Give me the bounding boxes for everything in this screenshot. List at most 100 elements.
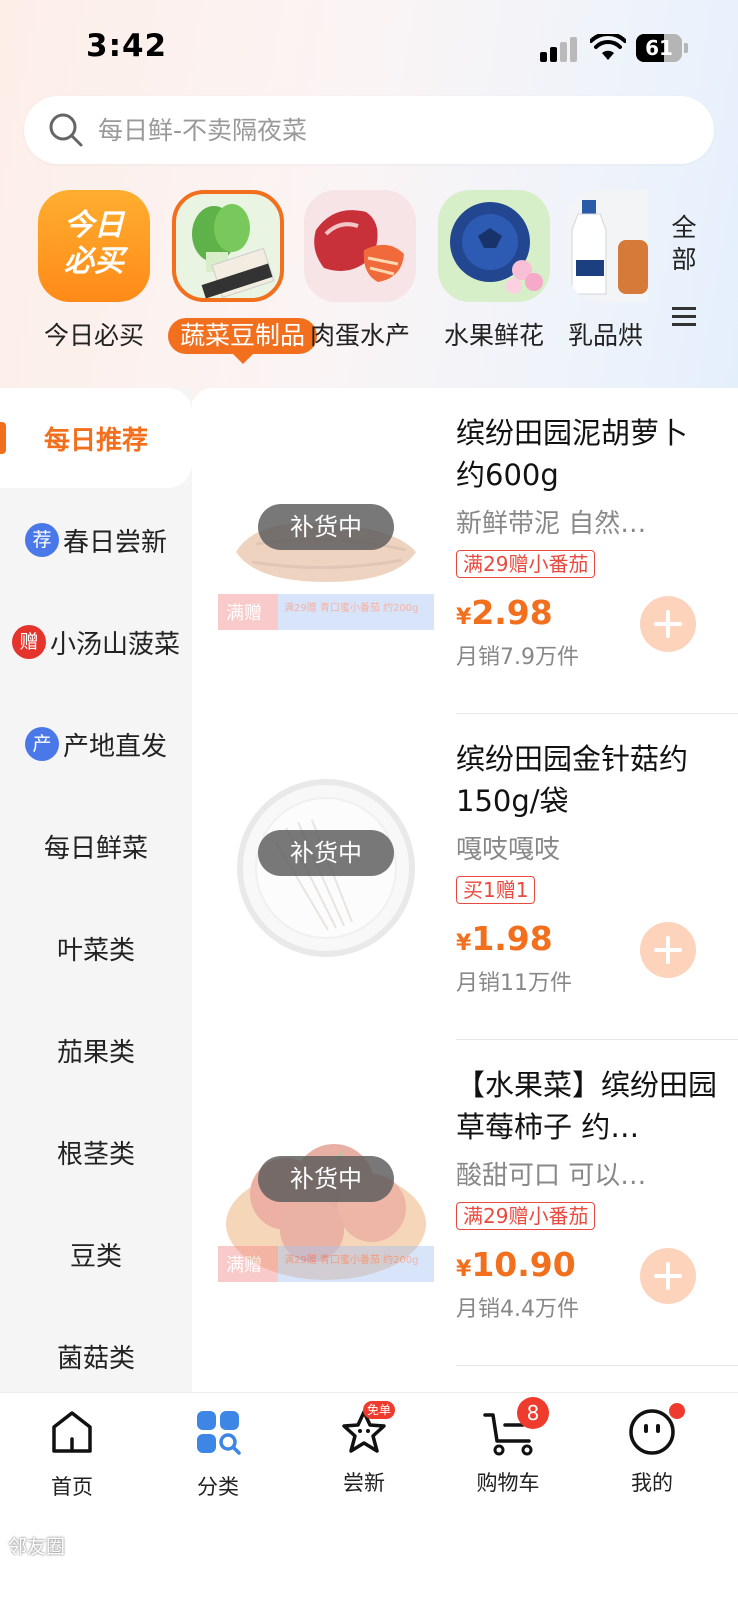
product-card[interactable]: 补货中 满赠 满29赠 青口蜜小番茄 约200g 【水果菜】缤纷田园草莓柿子 约… (192, 1040, 738, 1366)
nav-item-beans[interactable]: 豆类 (0, 1204, 192, 1304)
currency-symbol: ¥ (456, 931, 472, 956)
notification-dot (669, 1403, 685, 1419)
tab-me[interactable]: 我的 (592, 1403, 712, 1497)
divider (456, 1365, 738, 1366)
category-dairy-bakery[interactable]: 乳品烘 (568, 190, 648, 354)
tab-label: 首页 (51, 1475, 93, 1499)
nav-item-daily-recommend[interactable]: 每日推荐 (0, 388, 192, 488)
product-subtitle: 新鲜带泥 自然… (456, 509, 647, 539)
nav-item-label: 茄果类 (56, 1037, 135, 1068)
free-badge: 免单 (363, 1401, 396, 1419)
add-to-cart-button[interactable] (640, 1248, 696, 1304)
product-subtitle: 嘎吱嘎吱 (456, 835, 561, 865)
gift-badge: 赠 (11, 625, 46, 659)
watermark: 邻友圈 (8, 1536, 66, 1558)
add-to-cart-button[interactable] (640, 596, 696, 652)
nav-item-origin-direct[interactable]: 产 产地直发 (0, 694, 192, 794)
product-title: 【水果菜】缤纷田园草莓柿子 约… (456, 1068, 718, 1144)
price-value: 1.98 (471, 919, 553, 958)
nav-item-label: 春日尝新 (62, 527, 167, 558)
nav-item-label: 产地直发 (62, 731, 167, 762)
add-to-cart-button[interactable] (640, 922, 696, 978)
fruit-flowers-image (438, 190, 550, 302)
product-card[interactable]: 补货中 满赠 满29赠 青口蜜小番茄 约200g 缤纷田园泥胡萝卜 约600g … (192, 388, 738, 714)
product-title: 缤纷田园金针菇约150g/袋 (456, 742, 689, 818)
nav-item-solanaceous[interactable]: 茄果类 (0, 1000, 192, 1100)
category-label: 乳品烘 (568, 321, 644, 350)
smiley-icon (627, 1403, 685, 1457)
nav-item-label: 根茎类 (56, 1139, 135, 1170)
category-label: 今日必买 (43, 321, 144, 350)
nav-item-spinach[interactable]: 赠 小汤山菠菜 (0, 592, 192, 692)
tab-cart[interactable]: 8 购物车 (448, 1397, 568, 1497)
tab-label: 分类 (197, 1475, 239, 1499)
battery-icon: 61 (636, 34, 688, 62)
tab-try-new[interactable]: 免单 尝新 (304, 1401, 424, 1497)
category-meat-egg-seafood[interactable]: 肉蛋水产 (300, 190, 420, 354)
cellular-signal-icon (540, 34, 580, 62)
promo-tag: 买1赠1 (456, 876, 536, 904)
menu-icon (672, 307, 696, 326)
nav-item-label: 每日推荐 (43, 425, 148, 456)
promo-tag: 满29赠小番茄 (456, 1202, 596, 1230)
vegetables-tofu-image (172, 190, 284, 302)
today-icon-text-1: 今日 (64, 208, 124, 243)
wifi-icon (590, 34, 626, 60)
price-value: 10.90 (471, 1245, 576, 1284)
star-face-icon: 免单 (339, 1401, 396, 1457)
nav-item-label: 每日鲜菜 (43, 833, 148, 864)
status-bar: 3:42 61 (0, 0, 738, 96)
all-label-2: 部 (671, 245, 697, 274)
dairy-bakery-image (568, 190, 648, 302)
cart-icon: 8 (483, 1397, 549, 1457)
bottom-tab-bar: 首页 分类 免单 尝新 8 购物车 我的 (0, 1392, 738, 1512)
currency-symbol: ¥ (456, 605, 472, 630)
recommend-badge: 荐 (24, 523, 59, 557)
today-must-buy-icon: 今日 必买 (38, 190, 150, 302)
nav-item-leafy[interactable]: 叶菜类 (0, 898, 192, 998)
product-card[interactable]: 补货中 缤纷田园金针菇约150g/袋 嘎吱嘎吱 买1赠1 ¥1.98 月销11万… (192, 714, 738, 1040)
nav-item-label: 小汤山菠菜 (49, 629, 180, 660)
category-icon (197, 1411, 241, 1455)
category-label: 水果鲜花 (443, 321, 544, 350)
price-value: 2.98 (471, 593, 553, 632)
home-icon (52, 1411, 92, 1453)
promo-banner: 满赠 满29赠 青口蜜小番茄 约200g (218, 594, 434, 630)
nav-item-spring-new[interactable]: 荐 春日尝新 (0, 490, 192, 590)
tab-home[interactable]: 首页 (12, 1407, 132, 1501)
promo-left-text: 满赠 (226, 603, 262, 624)
promo-right-text: 满29赠 青口蜜小番茄 约200g (284, 601, 419, 614)
product-title: 缤纷田园泥胡萝卜 约600g (456, 416, 689, 492)
promo-right-text: 满29赠 青口蜜小番茄 约200g (284, 1253, 419, 1266)
promo-banner: 满赠 满29赠 青口蜜小番茄 约200g (218, 1246, 434, 1282)
restock-badge: 补货中 (258, 504, 394, 550)
restock-badge: 补货中 (258, 830, 394, 876)
tab-label: 购物车 (476, 1471, 540, 1495)
tab-category[interactable]: 分类 (158, 1407, 278, 1501)
category-label-active: 蔬菜豆制品 (168, 318, 318, 364)
restock-badge: 补货中 (258, 1156, 394, 1202)
origin-badge: 产 (24, 727, 59, 761)
all-label-1: 全 (671, 213, 697, 242)
category-vegetables-tofu[interactable]: 蔬菜豆制品 (168, 190, 318, 364)
product-list: 补货中 满赠 满29赠 青口蜜小番茄 约200g 缤纷田园泥胡萝卜 约600g … (192, 388, 738, 1392)
nav-item-label: 菌菇类 (56, 1343, 135, 1374)
category-today-must-buy[interactable]: 今日 必买 今日必买 (34, 190, 154, 354)
nav-item-label: 豆类 (69, 1241, 122, 1272)
category-label: 肉蛋水产 (309, 321, 410, 350)
promo-tag: 满29赠小番茄 (456, 550, 596, 578)
search-icon (49, 113, 83, 147)
nav-item-daily-fresh[interactable]: 每日鲜菜 (0, 796, 192, 896)
category-fruit-flowers[interactable]: 水果鲜花 (434, 190, 554, 354)
nav-item-root[interactable]: 根茎类 (0, 1102, 192, 1202)
meat-seafood-image (304, 190, 416, 302)
all-categories-button[interactable]: 全 部 (664, 212, 704, 332)
status-time: 3:42 (86, 28, 168, 64)
search-bar[interactable] (24, 96, 714, 164)
product-subtitle: 酸甜可口 可以… (456, 1161, 647, 1191)
nav-item-mushrooms[interactable]: 菌菇类 (0, 1306, 192, 1406)
tab-label: 我的 (631, 1471, 673, 1495)
promo-left-text: 满赠 (226, 1255, 262, 1276)
search-input[interactable] (98, 106, 678, 154)
nav-item-label: 叶菜类 (56, 935, 135, 966)
